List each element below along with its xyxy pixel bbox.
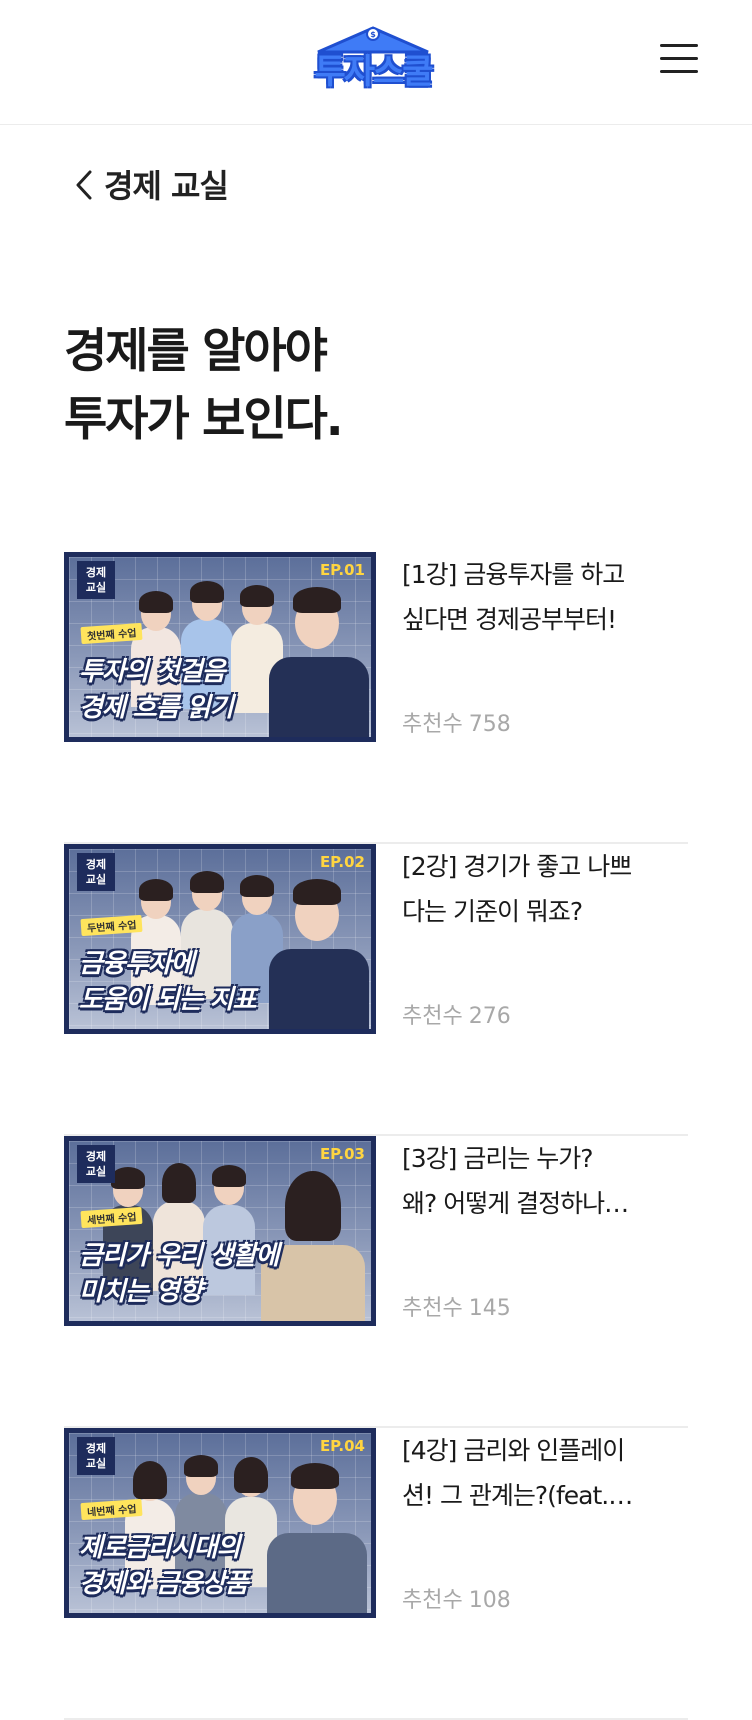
back-label: 경제 교실 xyxy=(104,167,229,205)
episode-label: EP.04 xyxy=(319,1437,365,1455)
video-thumbnail[interactable]: 경제 교실 EP.01 첫번째 수업 투자의 첫걸음 경제 흐름 읽기 xyxy=(64,552,376,742)
likes-count: 추천수 758 xyxy=(402,706,511,738)
thumbnail-title-line-1: 투자의 첫걸음 xyxy=(79,657,226,687)
likes-label: 추천수 xyxy=(402,712,463,737)
lecture-title-line-1: [3강] 금리는 누가? xyxy=(402,1144,594,1173)
headline-line-1: 경제를 알아야 xyxy=(64,324,328,379)
lecture-title[interactable]: [1강] 금융투자를 하고 싶다면 경제공부부터! xyxy=(402,552,682,642)
svg-text:$: $ xyxy=(370,30,376,39)
likes-value: 145 xyxy=(468,1296,511,1321)
thumbnail-image: 경제 교실 EP.04 네번째 수업 제로금리시대의 경제와 금융상품 xyxy=(69,1433,371,1613)
episode-label: EP.01 xyxy=(319,561,365,579)
likes-count: 추천수 276 xyxy=(402,998,511,1030)
likes-label: 추천수 xyxy=(402,1004,463,1029)
likes-count: 추천수 145 xyxy=(402,1290,511,1322)
thumbnail-title-line-2: 경제 흐름 읽기 xyxy=(79,693,234,723)
lecture-title[interactable]: [4강] 금리와 인플레이 션! 그 관계는?(feat.… xyxy=(402,1428,682,1518)
page-headline: 경제를 알아야 투자가 보인다. xyxy=(64,318,664,454)
thumbnail-title-line-2: 도움이 되는 지표 xyxy=(79,985,257,1015)
likes-count: 추천수 108 xyxy=(402,1582,511,1614)
thumbnail-title-line-1: 금융투자에 xyxy=(79,949,195,979)
thumbnail-badge: 경제 교실 xyxy=(77,853,115,891)
likes-label: 추천수 xyxy=(402,1296,463,1321)
list-item[interactable]: 경제 교실 EP.03 세번째 수업 금리가 우리 생활에 미치는 영향 [3강… xyxy=(64,1136,688,1428)
tooja-school-logo[interactable]: $ 투자스쿨 xyxy=(310,22,436,98)
lecture-title-line-1: [4강] 금리와 인플레이 xyxy=(402,1436,625,1465)
lecture-title[interactable]: [2강] 경기가 좋고 나쁘 다는 기준이 뭐죠? xyxy=(402,844,682,934)
app-header: $ 투자스쿨 xyxy=(0,0,752,125)
lecture-title-line-1: [1강] 금융투자를 하고 xyxy=(402,560,625,589)
thumbnail-title-line-1: 제로금리시대의 xyxy=(79,1533,240,1563)
lecture-title-line-2: 싶다면 경제공부부터! xyxy=(402,605,617,634)
headline-line-2: 투자가 보인다. xyxy=(64,392,344,447)
list-item[interactable]: 경제 교실 EP.04 네번째 수업 제로금리시대의 경제와 금융상품 [4강]… xyxy=(64,1428,688,1720)
thumbnail-title-line-2: 경제와 금융상품 xyxy=(79,1569,248,1599)
likes-label: 추천수 xyxy=(402,1588,463,1613)
thumbnail-badge: 경제 교실 xyxy=(77,1437,115,1475)
thumbnail-title-line-1: 금리가 우리 생활에 xyxy=(79,1241,279,1271)
video-thumbnail[interactable]: 경제 교실 EP.03 세번째 수업 금리가 우리 생활에 미치는 영향 xyxy=(64,1136,376,1326)
thumbnail-image: 경제 교실 EP.01 첫번째 수업 투자의 첫걸음 경제 흐름 읽기 xyxy=(69,557,371,737)
thumbnail-badge: 경제 교실 xyxy=(77,561,115,599)
lecture-title-line-1: [2강] 경기가 좋고 나쁘 xyxy=(402,852,632,881)
lecture-title-line-2: 션! 그 관계는?(feat.… xyxy=(402,1481,633,1510)
lecture-title-line-2: 다는 기준이 뭐죠? xyxy=(402,897,583,926)
logo-text: 투자스쿨 xyxy=(314,52,433,92)
lecture-title-line-2: 왜? 어떻게 결정하나… xyxy=(402,1189,629,1218)
thumbnail-badge: 경제 교실 xyxy=(77,1145,115,1183)
likes-value: 276 xyxy=(468,1004,511,1029)
video-thumbnail[interactable]: 경제 교실 EP.04 네번째 수업 제로금리시대의 경제와 금융상품 xyxy=(64,1428,376,1618)
chevron-left-icon xyxy=(76,170,92,200)
thumbnail-image: 경제 교실 EP.03 세번째 수업 금리가 우리 생활에 미치는 영향 xyxy=(69,1141,371,1321)
list-item[interactable]: 경제 교실 EP.01 첫번째 수업 투자의 첫걸음 경제 흐름 읽기 [1강]… xyxy=(64,552,688,844)
episode-label: EP.03 xyxy=(319,1145,365,1163)
likes-value: 758 xyxy=(468,712,511,737)
lecture-title[interactable]: [3강] 금리는 누가? 왜? 어떻게 결정하나… xyxy=(402,1136,682,1226)
likes-value: 108 xyxy=(468,1588,511,1613)
video-thumbnail[interactable]: 경제 교실 EP.02 두번째 수업 금융투자에 도움이 되는 지표 xyxy=(64,844,376,1034)
episode-label: EP.02 xyxy=(319,853,365,871)
back-button[interactable]: 경제 교실 xyxy=(72,156,229,212)
hamburger-menu-icon[interactable] xyxy=(656,40,702,76)
thumbnail-title-line-2: 미치는 영향 xyxy=(79,1277,203,1307)
lecture-list: 경제 교실 EP.01 첫번째 수업 투자의 첫걸음 경제 흐름 읽기 [1강]… xyxy=(64,552,688,1720)
list-item[interactable]: 경제 교실 EP.02 두번째 수업 금융투자에 도움이 되는 지표 [2강] … xyxy=(64,844,688,1136)
thumbnail-image: 경제 교실 EP.02 두번째 수업 금융투자에 도움이 되는 지표 xyxy=(69,849,371,1029)
